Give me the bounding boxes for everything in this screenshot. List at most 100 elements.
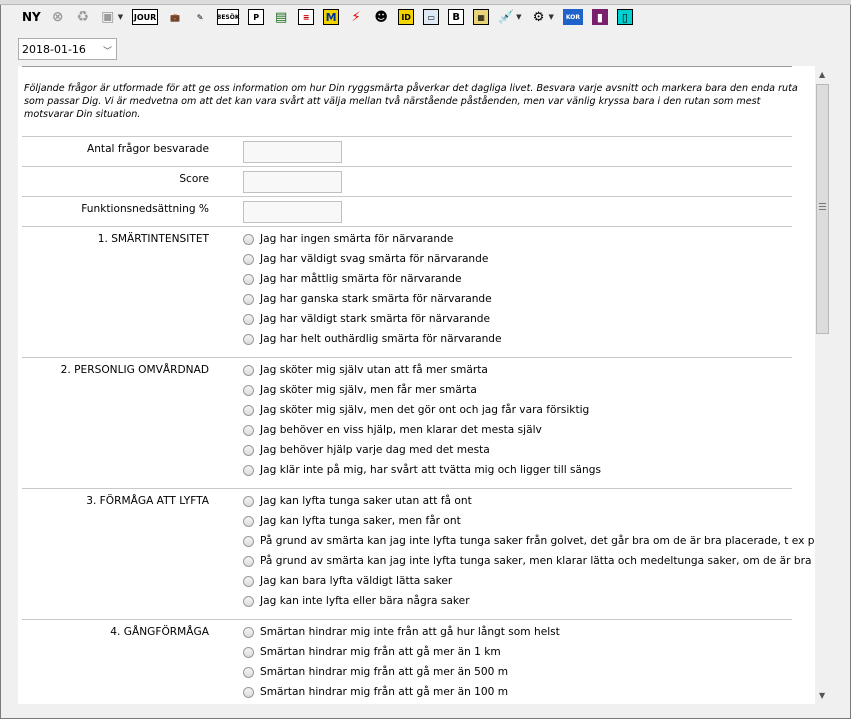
radio-option-label: Smärtan hindrar mig från att gå mer än 1… xyxy=(260,646,501,658)
save-dropdown-arrow[interactable]: ▼ xyxy=(118,13,123,21)
scroll-up-arrow[interactable]: ▲ xyxy=(819,70,825,79)
kortdata-icon[interactable]: KOR xyxy=(562,9,583,25)
radio-button[interactable] xyxy=(243,495,254,507)
section-title: 2. PERSONLIG OMVÅRDNAD xyxy=(60,364,209,376)
radio-button[interactable] xyxy=(243,686,254,698)
radio-option[interactable]: Smärtan hindrar mig från att gå mer än 1… xyxy=(243,646,501,658)
radio-option[interactable]: Jag har måttlig smärta för närvarande xyxy=(243,273,462,285)
radio-option[interactable]: Jag kan lyfta tunga saker utan att få on… xyxy=(243,495,472,507)
radio-option-label: Jag kan inte lyfta eller bära några sake… xyxy=(260,595,470,607)
radio-button[interactable] xyxy=(243,555,254,567)
radio-option-label: Jag kan lyfta tunga saker utan att få on… xyxy=(260,495,472,507)
radio-button[interactable] xyxy=(243,333,254,345)
radio-option[interactable]: Jag har väldigt stark smärta för närvara… xyxy=(243,313,490,325)
b-doc-icon[interactable]: B xyxy=(448,9,465,25)
radio-option[interactable]: Jag sköter mig själv utan att få mer smä… xyxy=(243,364,488,376)
radio-button[interactable] xyxy=(243,253,254,265)
injection-dropdown-arrow[interactable]: ▼ xyxy=(516,13,521,21)
radio-option[interactable]: Jag har ganska stark smärta för närvaran… xyxy=(243,293,492,305)
besok-icon[interactable]: BESÖK xyxy=(217,9,240,25)
save-icon[interactable]: ▣ xyxy=(100,9,116,25)
divider xyxy=(22,196,792,197)
image-icon[interactable]: ▭ xyxy=(423,9,440,25)
id-icon[interactable]: ID xyxy=(398,9,415,25)
radio-button[interactable] xyxy=(243,595,254,607)
grid-icon[interactable]: ▦ xyxy=(473,9,490,25)
cyan-icon[interactable]: ▯ xyxy=(616,9,633,25)
score-field[interactable] xyxy=(243,141,342,163)
radio-option[interactable]: Jag kan bara lyfta väldigt lätta saker xyxy=(243,575,452,587)
radio-button[interactable] xyxy=(243,444,254,456)
m-icon[interactable]: M xyxy=(323,9,340,25)
scroll-down-arrow[interactable]: ▼ xyxy=(819,691,825,700)
radio-button[interactable] xyxy=(243,515,254,527)
settings-icon[interactable]: ⚙ xyxy=(531,9,547,25)
radio-button[interactable] xyxy=(243,273,254,285)
radio-option[interactable]: Jag behöver en viss hjälp, men klarar de… xyxy=(243,424,542,436)
radio-option-label: På grund av smärta kan jag inte lyfta tu… xyxy=(260,555,815,567)
radio-option[interactable]: Jag har väldigt svag smärta för närvaran… xyxy=(243,253,488,265)
settings-dropdown-arrow[interactable]: ▼ xyxy=(549,13,554,21)
scroll-thumb[interactable] xyxy=(816,84,829,334)
radio-button[interactable] xyxy=(243,626,254,638)
score-field[interactable] xyxy=(243,201,342,223)
lab-icon[interactable]: ≡ xyxy=(298,9,315,25)
radio-button[interactable] xyxy=(243,233,254,245)
toolbar: NY ⊗ ♻ ▣ ▼ JOUR 💼 ✎ BESÖK P ▤ ≡ M ⚡ ☻ ID… xyxy=(0,4,849,30)
radio-option[interactable]: Jag kan lyfta tunga saker, men får ont xyxy=(243,515,461,527)
new-button[interactable]: NY xyxy=(22,10,41,24)
radio-option-label: Jag klär inte på mig, har svårt att tvät… xyxy=(260,464,601,476)
radio-option[interactable]: Jag kan inte lyfta eller bära några sake… xyxy=(243,595,470,607)
radio-button[interactable] xyxy=(243,666,254,678)
radio-option-label: Jag kan lyfta tunga saker, men får ont xyxy=(260,515,461,527)
radio-option-label: På grund av smärta kan jag inte lyfta tu… xyxy=(260,535,815,547)
radio-option-label: Jag kan bara lyfta väldigt lätta saker xyxy=(260,575,453,587)
close-circle-icon[interactable]: ⊗ xyxy=(50,9,66,25)
radio-button[interactable] xyxy=(243,464,254,476)
user-icon[interactable]: ☻ xyxy=(373,9,389,25)
form-panel: Följande frågor är utformade för att ge … xyxy=(18,66,832,704)
radio-button[interactable] xyxy=(243,293,254,305)
radio-button[interactable] xyxy=(243,313,254,325)
prescription-icon[interactable]: ⚡ xyxy=(348,9,364,25)
chevron-down-icon: ﹀ xyxy=(102,47,112,57)
radio-option[interactable]: Smärtan hindrar mig från att gå mer än 1… xyxy=(243,686,508,698)
patient-p-icon[interactable]: P xyxy=(248,9,265,25)
radio-button[interactable] xyxy=(243,535,254,547)
sync-icon[interactable]: ♻ xyxy=(75,9,91,25)
radio-button[interactable] xyxy=(243,424,254,436)
radio-option-label: Jag sköter mig själv, men får mer smärta xyxy=(260,384,477,396)
section-divider xyxy=(22,226,792,227)
section-divider xyxy=(22,488,792,489)
radio-button[interactable] xyxy=(243,575,254,587)
journal-icon[interactable]: JOUR xyxy=(132,9,159,25)
radio-option[interactable]: Jag har ingen smärta för närvarande xyxy=(243,233,453,245)
briefcase-icon[interactable]: 💼 xyxy=(167,9,183,25)
radio-button[interactable] xyxy=(243,646,254,658)
date-select[interactable]: 2018-01-16 ﹀ xyxy=(18,38,117,60)
radio-option[interactable]: Smärtan hindrar mig från att gå mer än 5… xyxy=(243,666,508,678)
radio-option[interactable]: Jag har helt outhärdlig smärta för närva… xyxy=(243,333,502,345)
radio-option[interactable]: Smärtan hindrar mig inte från att gå hur… xyxy=(243,626,560,638)
radio-option-label: Jag har ingen smärta för närvarande xyxy=(260,233,454,245)
radio-option-label: Jag behöver hjälp varje dag med det mest… xyxy=(260,444,490,456)
edit-icon[interactable]: ✎ xyxy=(192,9,208,25)
book-icon[interactable]: ▤ xyxy=(273,9,289,25)
radio-option[interactable]: Jag klär inte på mig, har svårt att tvät… xyxy=(243,464,601,476)
vertical-scrollbar[interactable]: ▲ ▼ xyxy=(815,66,832,704)
radio-option[interactable]: Jag sköter mig själv, men det gör ont oc… xyxy=(243,404,589,416)
radio-option[interactable]: Jag sköter mig själv, men får mer smärta xyxy=(243,384,477,396)
radio-button[interactable] xyxy=(243,364,254,376)
score-field[interactable] xyxy=(243,171,342,193)
field-label: Funktionsnedsättning % xyxy=(81,203,209,215)
radio-option[interactable]: På grund av smärta kan jag inte lyfta tu… xyxy=(243,555,815,567)
radio-button[interactable] xyxy=(243,404,254,416)
radio-option[interactable]: Jag behöver hjälp varje dag med det mest… xyxy=(243,444,490,456)
injection-icon[interactable]: 💉 xyxy=(498,9,514,25)
folder-icon[interactable]: ▮ xyxy=(591,9,608,25)
form-content: Följande frågor är utformade för att ge … xyxy=(18,66,815,704)
radio-option[interactable]: På grund av smärta kan jag inte lyfta tu… xyxy=(243,535,815,547)
radio-button[interactable] xyxy=(243,384,254,396)
radio-option-label: Jag har väldigt stark smärta för närvara… xyxy=(260,313,491,325)
radio-option-label: Smärtan hindrar mig inte från att gå hur… xyxy=(260,626,560,638)
